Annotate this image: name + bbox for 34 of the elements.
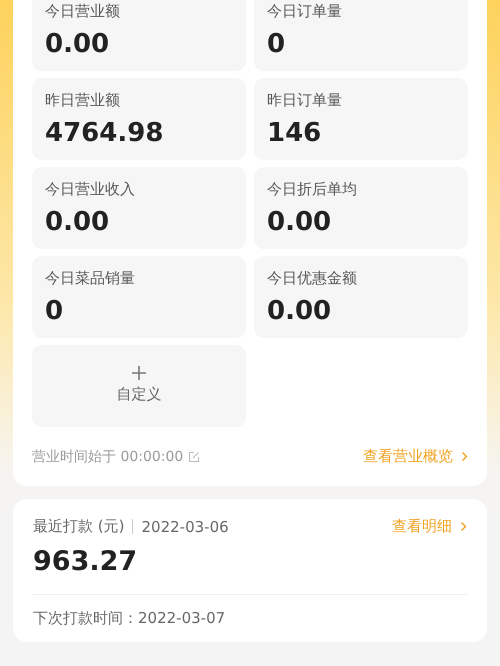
stat-tile[interactable]: 今日营业额 0.00 xyxy=(32,0,246,71)
stat-value: 0 xyxy=(267,28,286,60)
stat-tile[interactable]: 今日优惠金额 0.00 xyxy=(254,256,468,338)
stat-value: 0.00 xyxy=(267,295,332,327)
stat-label: 昨日订单量 xyxy=(267,90,343,110)
custom-tile[interactable]: 自定义 xyxy=(32,345,246,427)
stat-value: 146 xyxy=(267,117,322,149)
chevron-icon xyxy=(461,451,468,462)
chevron-icon xyxy=(460,521,467,532)
payout-date: 2022-03-06 xyxy=(141,518,229,536)
stat-label: 今日优惠金额 xyxy=(267,268,358,288)
stat-tile[interactable]: 今日营业收入 0.00 xyxy=(32,167,246,249)
stat-value: 0 xyxy=(45,295,64,327)
edit-icon[interactable] xyxy=(188,450,200,462)
stat-label: 昨日营业额 xyxy=(45,90,121,110)
stat-tile[interactable]: 昨日营业额 4764.98 xyxy=(32,78,246,160)
stat-tile[interactable]: 今日菜品销量 0 xyxy=(32,256,246,338)
stat-label: 今日菜品销量 xyxy=(45,268,136,288)
plus-icon xyxy=(131,364,147,380)
stat-value: 4764.98 xyxy=(45,117,164,149)
stat-label: 今日营业收入 xyxy=(45,179,136,199)
next-payout-text: 下次打款时间：2022-03-07 xyxy=(33,609,226,628)
stat-value: 0.00 xyxy=(45,28,110,60)
payout-title: 最近打款 (元) xyxy=(33,517,124,536)
stat-value: 0.00 xyxy=(267,206,332,238)
payout-amount: 963.27 xyxy=(33,546,138,577)
stat-tile[interactable]: 今日订单量 0 xyxy=(254,0,468,71)
stat-label: 今日订单量 xyxy=(267,1,343,21)
stat-tile[interactable]: 今日折后单均 0.00 xyxy=(254,167,468,249)
stat-label: 今日营业额 xyxy=(45,1,121,21)
stat-value: 0.00 xyxy=(45,206,110,238)
stat-tile[interactable]: 昨日订单量 146 xyxy=(254,78,468,160)
stat-label: 今日折后单均 xyxy=(267,179,358,199)
business-hours-text: 营业时间始于 00:00:00 xyxy=(32,448,184,466)
